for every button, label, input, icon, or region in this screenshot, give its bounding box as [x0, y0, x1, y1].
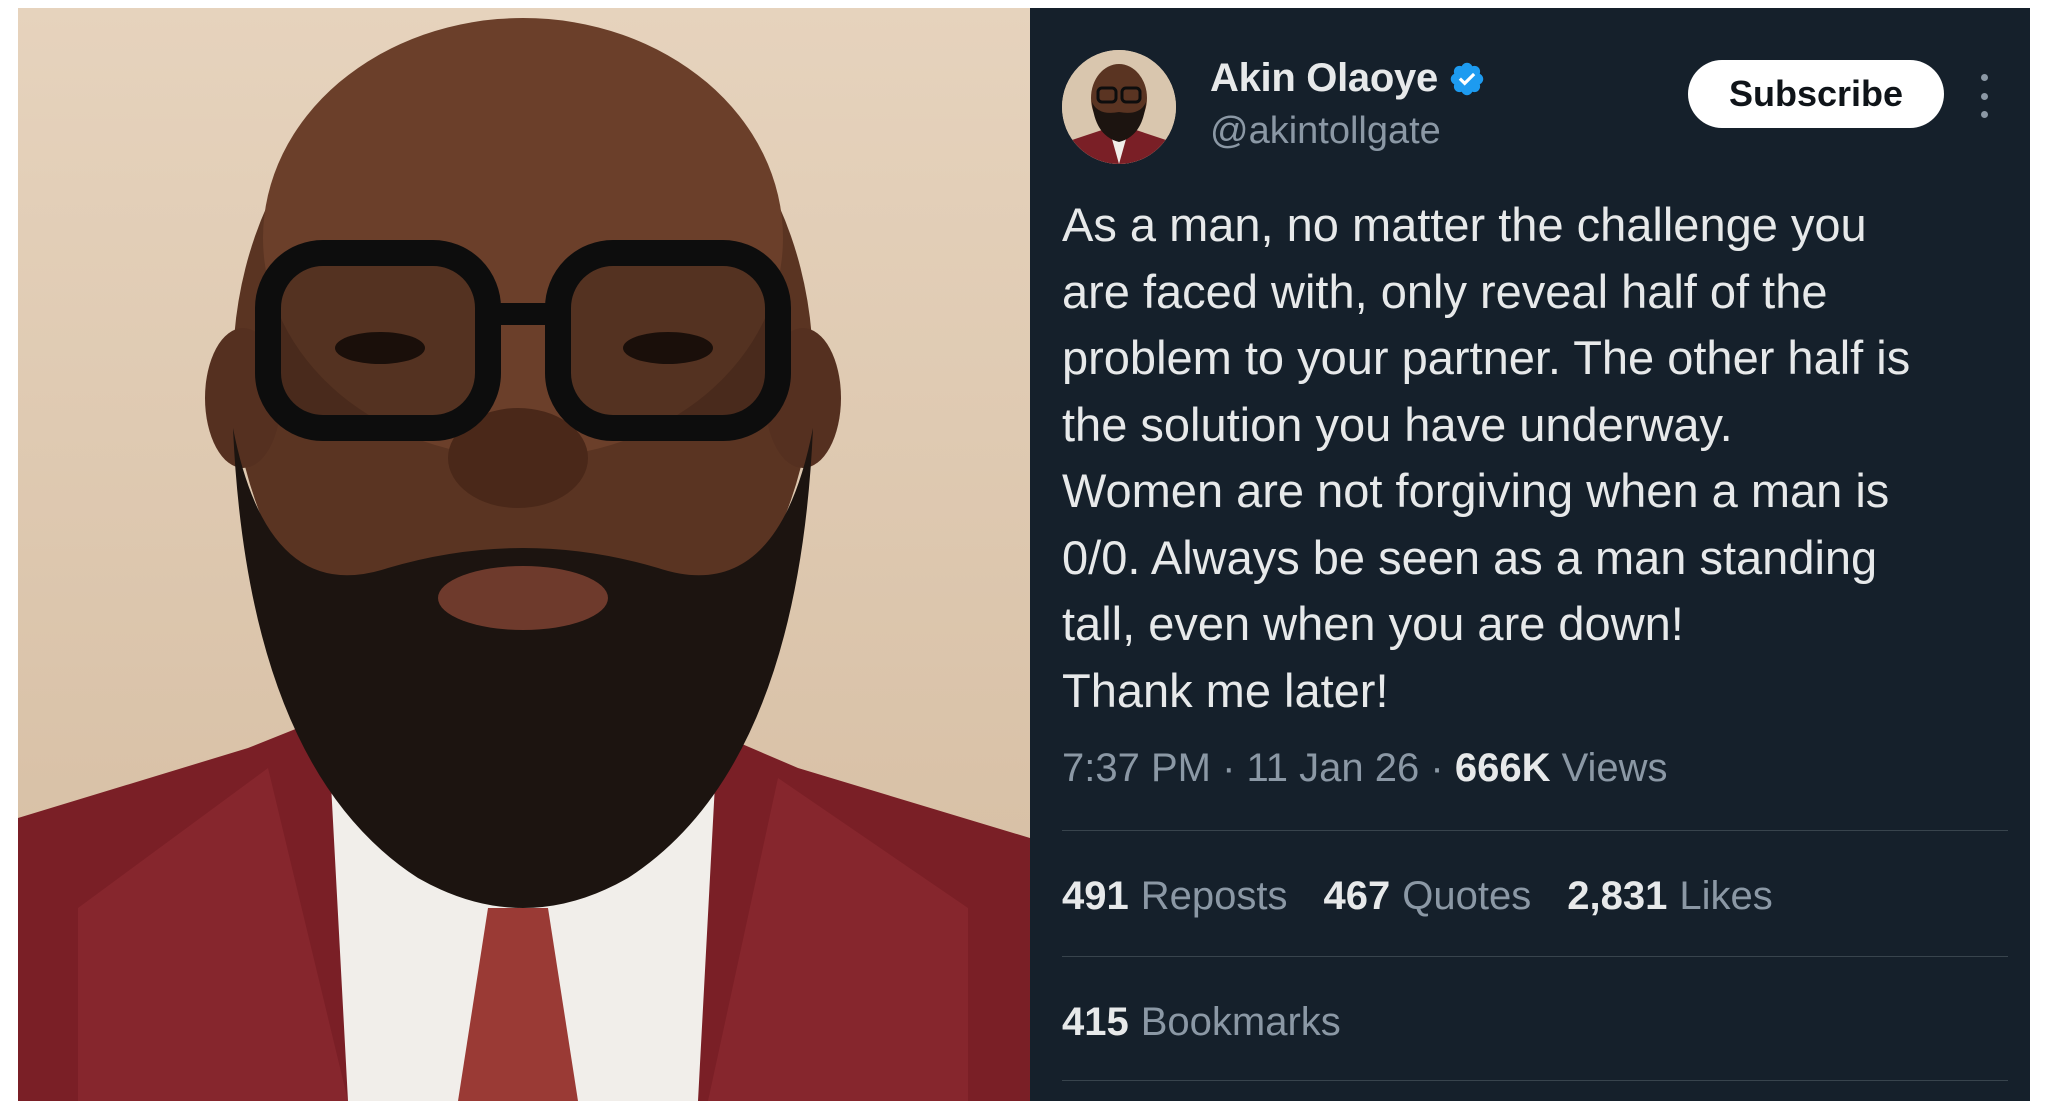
likes-stat[interactable]: 2,831 Likes	[1567, 874, 1773, 919]
quotes-stat[interactable]: 467 Quotes	[1324, 874, 1532, 919]
more-options-icon[interactable]	[1974, 74, 1994, 118]
tweet-line: Women are not forgiving when a man is	[1062, 464, 1890, 517]
meta-separator: ·	[1222, 746, 1247, 790]
tweet-line: are faced with, only reveal half of the	[1062, 264, 1828, 318]
tweet-date[interactable]: 11 Jan 26	[1247, 746, 1420, 790]
reposts-label: Reposts	[1140, 874, 1288, 918]
bookmarks-count: 415	[1062, 1000, 1129, 1044]
views-count: 666K	[1454, 746, 1551, 790]
engagement-stats: 491 Reposts 467 Quotes 2,831 Likes	[1062, 874, 1809, 919]
author-handle[interactable]: @akintollgate	[1210, 110, 1441, 153]
tweet-line: tall, even when you are down!	[1062, 597, 1684, 650]
profile-photo	[18, 8, 1030, 1101]
likes-count: 2,831	[1567, 874, 1668, 918]
tweet-time[interactable]: 7:37 PM	[1062, 746, 1211, 790]
avatar[interactable]	[1062, 50, 1176, 164]
divider	[1062, 830, 2008, 831]
reposts-stat[interactable]: 491 Reposts	[1062, 874, 1288, 919]
tweet-text: As a man, no matter the challenge you ar…	[1062, 192, 2022, 724]
verified-badge-icon	[1450, 62, 1484, 95]
quotes-label: Quotes	[1402, 874, 1532, 918]
author-display-name[interactable]: Akin Olaoye	[1210, 56, 1438, 101]
reposts-count: 491	[1062, 874, 1129, 918]
divider	[1062, 956, 2008, 957]
subscribe-button[interactable]: Subscribe	[1688, 60, 1944, 128]
likes-label: Likes	[1679, 874, 1773, 918]
divider	[1062, 1080, 2008, 1081]
portrait-illustration	[18, 18, 1030, 1101]
tweet-meta: 7:37 PM · 11 Jan 26 · 666K Views	[1062, 746, 1668, 791]
bookmarks-stat[interactable]: 415 Bookmarks	[1062, 1000, 1341, 1045]
tweet-line: Thank me later!	[1062, 663, 1389, 717]
views-label: Views	[1561, 746, 1668, 790]
author-name-row[interactable]: Akin Olaoye	[1210, 56, 1486, 101]
tweet-line: problem to your partner. The other half …	[1062, 331, 1911, 384]
avatar-image	[1062, 50, 1176, 164]
tweet-card: Akin Olaoye @akintollgate Subscribe As a…	[1030, 8, 2030, 1101]
bookmarks-label: Bookmarks	[1140, 1000, 1341, 1044]
meta-separator: ·	[1430, 746, 1455, 790]
tweet-line: 0/0. Always be seen as a man standing	[1062, 530, 1878, 584]
tweet-line: the solution you have underway.	[1062, 397, 1733, 451]
quotes-count: 467	[1323, 874, 1391, 918]
tweet-line: As a man, no matter the challenge you	[1062, 198, 1867, 251]
